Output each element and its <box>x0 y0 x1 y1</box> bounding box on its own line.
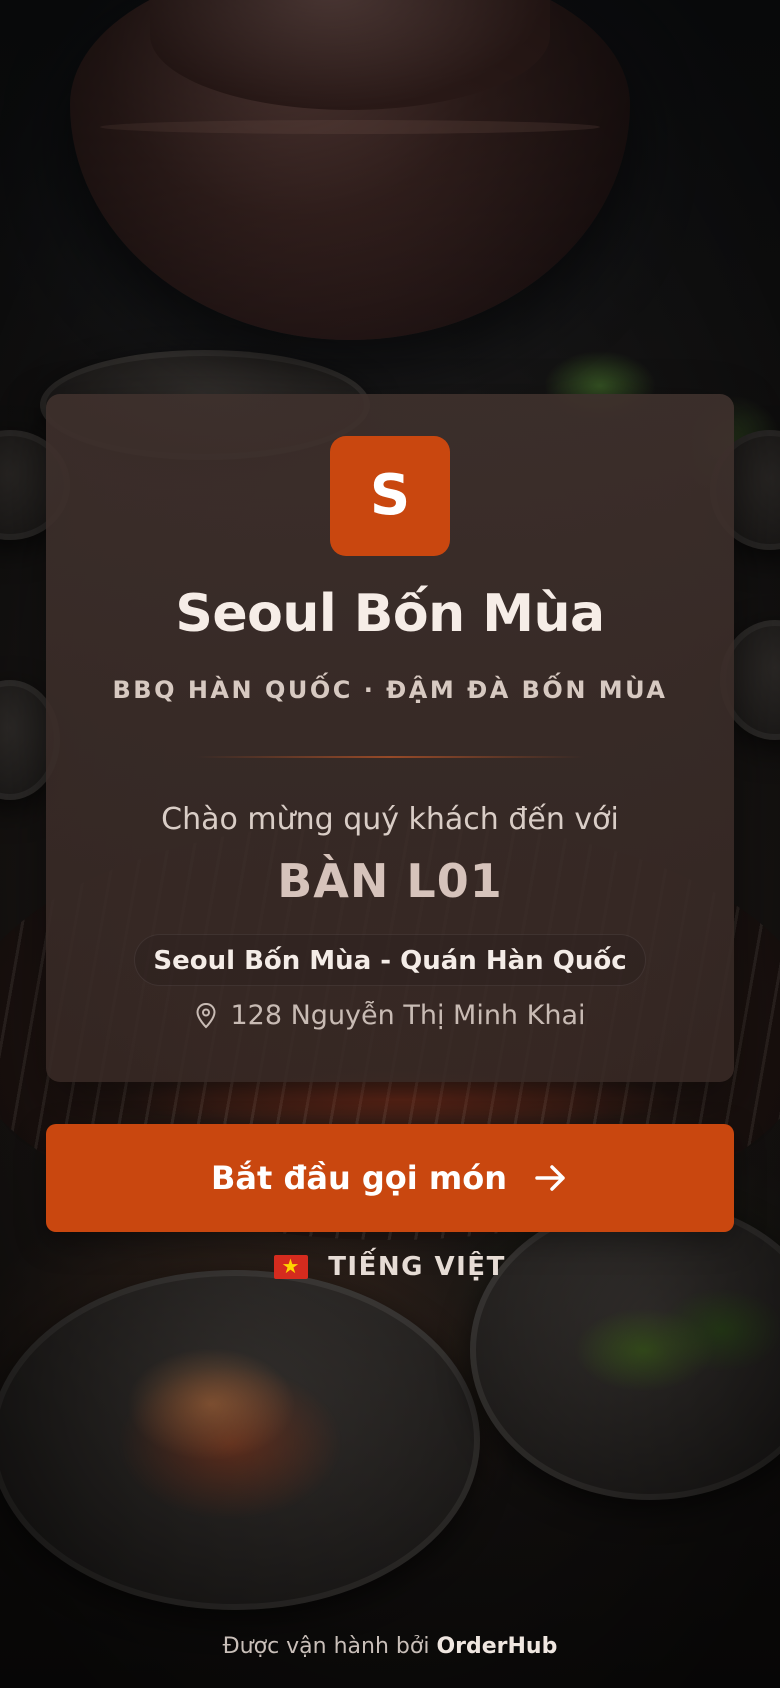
table-number: BÀN L01 <box>277 854 503 908</box>
start-order-label: Bắt đầu gọi món <box>211 1159 507 1197</box>
restaurant-name: Seoul Bốn Mùa <box>175 584 605 644</box>
location-pin-icon <box>194 1002 218 1030</box>
powered-by-brand[interactable]: OrderHub <box>436 1634 557 1659</box>
language-label: TIẾNG VIỆT <box>328 1252 506 1282</box>
welcome-text: Chào mừng quý khách đến với <box>161 802 619 837</box>
language-selector[interactable]: TIẾNG VIỆT <box>0 1252 780 1282</box>
start-order-button[interactable]: Bắt đầu gọi món <box>46 1124 734 1232</box>
welcome-card: S Seoul Bốn Mùa BBQ HÀN QUỐC · ĐẬM ĐÀ BỐ… <box>46 394 734 1082</box>
restaurant-logo: S <box>330 436 450 556</box>
address-text: 128 Nguyễn Thị Minh Khai <box>230 1000 586 1031</box>
arrow-right-icon <box>533 1160 569 1196</box>
powered-by-text: Được vận hành bởi <box>222 1634 430 1659</box>
vietnam-flag-icon <box>274 1252 309 1280</box>
powered-by-footer: Được vận hành bởi OrderHub <box>0 1634 780 1659</box>
branch-name-pill: Seoul Bốn Mùa - Quán Hàn Quốc <box>134 934 646 986</box>
address-row: 128 Nguyễn Thị Minh Khai <box>46 1000 734 1031</box>
divider <box>196 756 584 758</box>
restaurant-tagline: BBQ HÀN QUỐC · ĐẬM ĐÀ BỐN MÙA <box>112 676 668 704</box>
